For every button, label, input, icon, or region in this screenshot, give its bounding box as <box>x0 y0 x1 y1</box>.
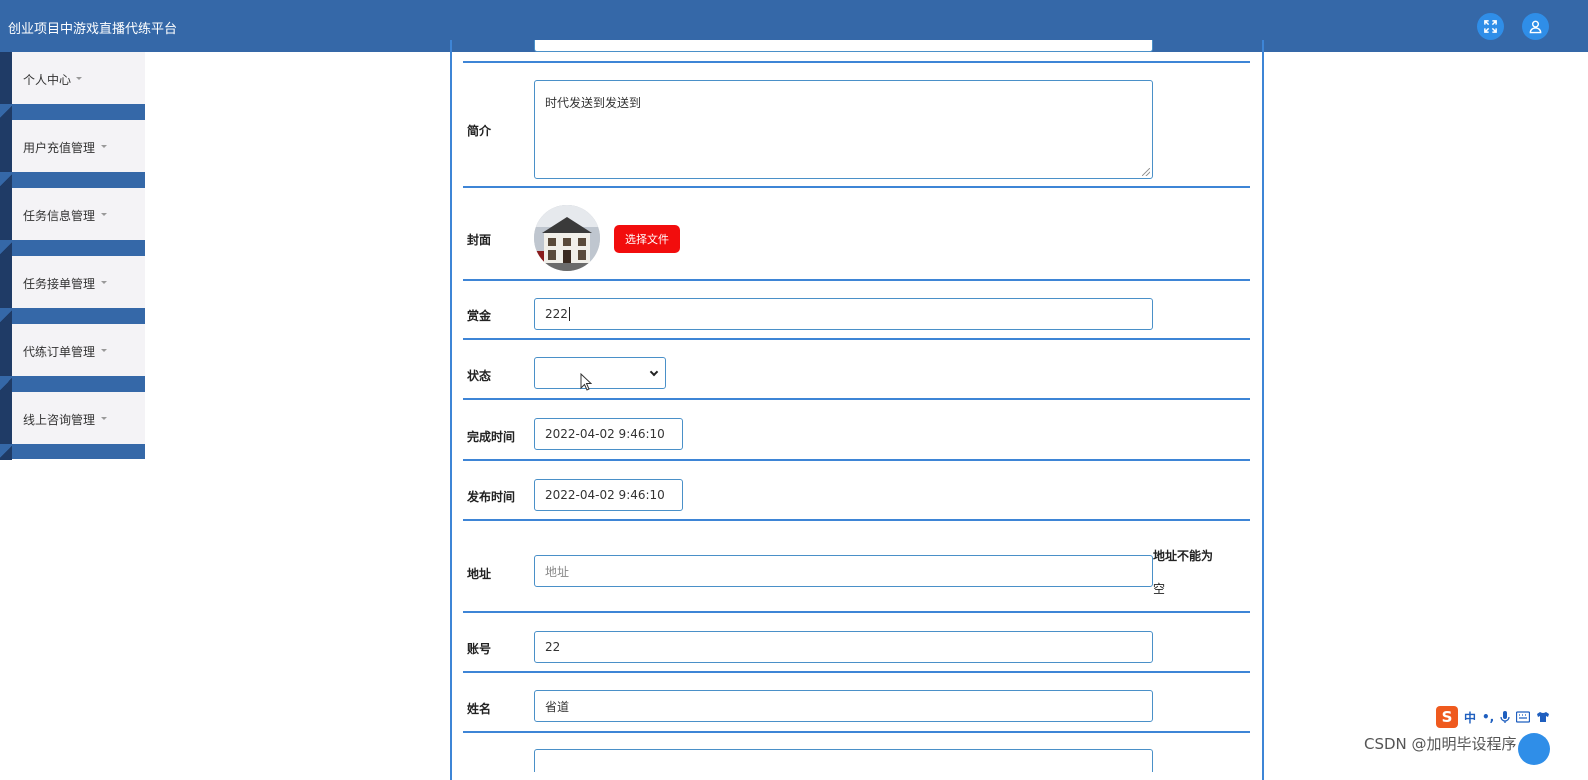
sidebar: 个人中心 用户充值管理 任务信息管理 任务接单管理 代练订单管理 线上咨询管理 <box>0 52 145 460</box>
choose-file-button[interactable]: 选择文件 <box>614 225 680 253</box>
row-divider <box>463 338 1250 340</box>
publish-time-input[interactable]: 2022-04-02 9:46:10 <box>534 479 683 511</box>
previous-field-edge <box>534 40 1153 52</box>
sidebar-divider <box>0 172 145 188</box>
sidebar-item-task-info[interactable]: 任务信息管理 <box>0 188 145 240</box>
address-error-message: 地址不能为 <box>1153 549 1214 563</box>
sidebar-item-label: 任务接单管理 <box>23 277 96 291</box>
account-input[interactable]: 22 <box>534 631 1153 663</box>
address-placeholder: 地址 <box>545 564 570 579</box>
row-divider <box>463 186 1250 188</box>
sidebar-item-label: 个人中心 <box>23 73 72 87</box>
caret-down-icon <box>76 77 82 80</box>
name-label: 姓名 <box>467 702 492 716</box>
caret-down-icon <box>101 145 107 148</box>
address-label: 地址 <box>467 567 492 581</box>
publish-time-value: 2022-04-02 9:46:10 <box>545 488 665 502</box>
reward-label: 赏金 <box>467 309 492 323</box>
intro-value: 时代发送到发送到 <box>545 96 642 110</box>
publish-time-label: 发布时间 <box>467 490 516 504</box>
cover-label: 封面 <box>467 233 492 247</box>
name-input[interactable]: 省道 <box>534 690 1153 722</box>
row-divider <box>463 519 1250 521</box>
address-input[interactable]: 地址 <box>534 555 1153 587</box>
intro-textarea[interactable]: 时代发送到发送到 <box>534 80 1153 179</box>
ime-mode[interactable]: 中 <box>1464 709 1476 726</box>
next-field-edge[interactable] <box>534 749 1153 772</box>
reward-input[interactable]: 222 <box>534 298 1153 330</box>
address-error-message-cont: 空 <box>1153 582 1166 596</box>
row-divider <box>463 459 1250 461</box>
row-divider <box>463 398 1250 400</box>
row-divider <box>463 61 1250 63</box>
sidebar-item-consult[interactable]: 线上咨询管理 <box>0 392 145 444</box>
status-label: 状态 <box>467 369 492 383</box>
app-title: 创业项目中游戏直播代练平台 <box>8 22 178 37</box>
sidebar-item-label: 任务信息管理 <box>23 209 96 223</box>
sidebar-item-recharge[interactable]: 用户充值管理 <box>0 120 145 172</box>
account-label: 账号 <box>467 642 492 656</box>
intro-label: 简介 <box>467 124 492 138</box>
resize-handle-icon[interactable] <box>1142 168 1150 176</box>
ime-toolbar: S 中 •, <box>1436 706 1550 728</box>
shirt-icon[interactable] <box>1536 711 1550 723</box>
sidebar-item-personal-center[interactable]: 个人中心 <box>0 52 145 104</box>
sidebar-item-boost-orders[interactable]: 代练订单管理 <box>0 324 145 376</box>
row-divider <box>463 611 1250 613</box>
sidebar-item-label: 线上咨询管理 <box>23 413 96 427</box>
cover-image <box>534 205 600 271</box>
chevron-down-icon <box>649 367 659 377</box>
finish-time-label: 完成时间 <box>467 430 516 444</box>
caret-down-icon <box>101 349 107 352</box>
fullscreen-icon[interactable] <box>1477 13 1504 40</box>
sidebar-divider <box>0 240 145 256</box>
sidebar-divider <box>0 376 145 392</box>
sidebar-divider <box>0 104 145 120</box>
caret-down-icon <box>101 281 107 284</box>
mouse-pointer-icon <box>580 373 592 391</box>
sidebar-item-task-orders[interactable]: 任务接单管理 <box>0 256 145 308</box>
watermark-text: CSDN @加明毕设程序 <box>1364 735 1517 753</box>
ime-logo[interactable]: S <box>1436 706 1458 728</box>
finish-time-value: 2022-04-02 9:46:10 <box>545 427 665 441</box>
keyboard-icon[interactable] <box>1516 711 1531 723</box>
sidebar-item-label: 代练订单管理 <box>23 345 96 359</box>
user-icon[interactable] <box>1522 13 1549 40</box>
row-divider <box>463 731 1250 733</box>
account-value: 22 <box>545 640 561 654</box>
row-divider <box>463 671 1250 673</box>
name-value: 省道 <box>545 699 570 714</box>
sidebar-divider <box>0 444 145 460</box>
row-divider <box>463 279 1250 281</box>
ime-punctuation[interactable]: •, <box>1482 710 1494 724</box>
caret-down-icon <box>101 213 107 216</box>
caret-down-icon <box>101 417 107 420</box>
text-caret <box>568 307 570 321</box>
status-select[interactable] <box>534 357 666 389</box>
mic-icon[interactable] <box>1500 710 1510 724</box>
sidebar-divider <box>0 308 145 324</box>
floating-action-button[interactable] <box>1518 733 1550 765</box>
reward-value: 222 <box>545 307 568 321</box>
sidebar-item-label: 用户充值管理 <box>23 141 96 155</box>
finish-time-input[interactable]: 2022-04-02 9:46:10 <box>534 418 683 450</box>
